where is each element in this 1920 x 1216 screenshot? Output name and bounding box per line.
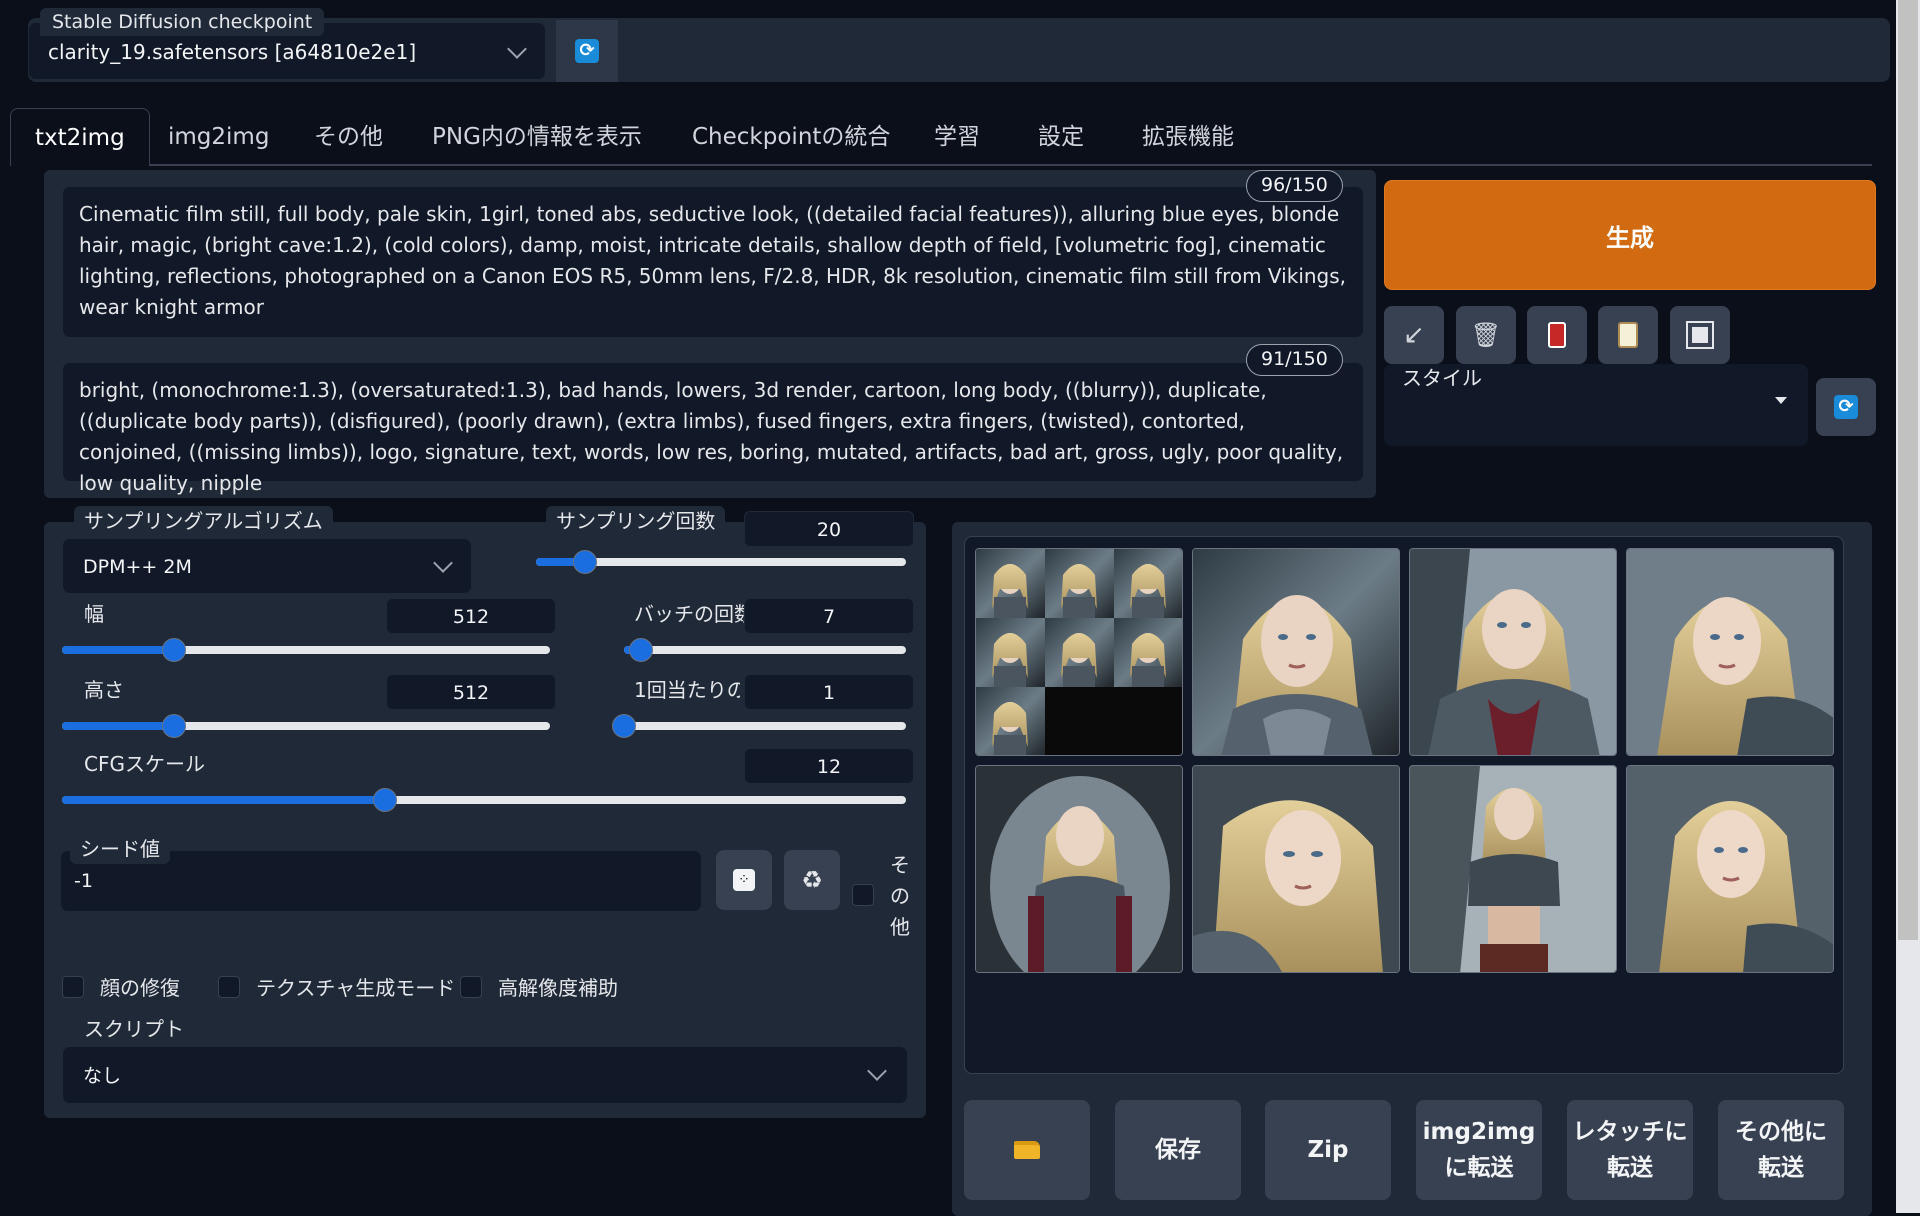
tab-txt2img[interactable]: txt2img bbox=[10, 108, 150, 166]
tab-img2img[interactable]: img2img bbox=[144, 108, 293, 166]
image-grid-preview bbox=[976, 549, 1182, 755]
width-label: 幅 bbox=[84, 602, 104, 626]
steps-input[interactable]: 20 bbox=[744, 511, 914, 547]
generate-button[interactable]: 生成 bbox=[1384, 180, 1876, 290]
steps-label: サンプリング回数 bbox=[546, 506, 726, 536]
tab-extensions[interactable]: 拡張機能 bbox=[1118, 108, 1258, 166]
positive-prompt-input[interactable]: Cinematic film still, full body, pale sk… bbox=[62, 186, 1364, 338]
output-image[interactable] bbox=[1626, 548, 1834, 756]
width-slider[interactable] bbox=[62, 638, 550, 662]
trash-icon: 🗑 bbox=[1470, 321, 1502, 349]
sampler-select[interactable]: DPM++ 2M bbox=[62, 538, 472, 594]
pencil-icon: ↙ bbox=[1403, 320, 1425, 350]
send-to-inpaint-button[interactable]: レタッチに 転送 bbox=[1567, 1100, 1693, 1200]
warrior-portrait bbox=[1410, 766, 1616, 972]
grid-thumbnail[interactable] bbox=[975, 548, 1183, 756]
send-to-img2img-button[interactable]: img2img に転送 bbox=[1416, 1100, 1542, 1200]
positive-token-count: 96/150 bbox=[1246, 170, 1343, 202]
save-button[interactable]: 保存 bbox=[1115, 1100, 1241, 1200]
send-to-extras-button[interactable]: その他に 転送 bbox=[1718, 1100, 1844, 1200]
width-input[interactable]: 512 bbox=[386, 598, 556, 634]
checkpoint-label: Stable Diffusion checkpoint bbox=[40, 8, 325, 36]
height-slider[interactable] bbox=[62, 714, 550, 738]
batch-count-slider[interactable] bbox=[624, 638, 906, 662]
batch-count-label: バッチの回数 bbox=[634, 602, 754, 626]
output-image[interactable] bbox=[1409, 765, 1617, 973]
output-image[interactable] bbox=[975, 765, 1183, 973]
cfg-label: CFGスケール bbox=[84, 752, 205, 776]
seed-label: シード値 bbox=[70, 834, 170, 864]
red-card-icon bbox=[1548, 322, 1566, 348]
negative-token-count: 91/150 bbox=[1246, 344, 1343, 376]
checkpoint-value: clarity_19.safetensors [a64810e2e1] bbox=[48, 40, 417, 64]
warrior-portrait bbox=[1410, 549, 1616, 755]
cfg-input[interactable]: 12 bbox=[744, 748, 914, 784]
recycle-icon: ♻ bbox=[801, 866, 823, 894]
tab-checkpoint-merger[interactable]: Checkpointの統合 bbox=[668, 108, 914, 166]
warrior-portrait bbox=[1193, 549, 1399, 755]
output-image[interactable] bbox=[1409, 548, 1617, 756]
warrior-portrait bbox=[1627, 766, 1833, 972]
pencil-button[interactable]: ↙ bbox=[1384, 306, 1444, 364]
script-label: スクリプト bbox=[74, 1014, 194, 1044]
tab-extras[interactable]: その他 bbox=[290, 108, 407, 166]
page-scrollbar-thumb[interactable] bbox=[1898, 0, 1918, 940]
reuse-seed-button[interactable]: ♻ bbox=[784, 850, 840, 910]
seed-extra-checkbox[interactable] bbox=[852, 884, 874, 906]
folder-icon bbox=[1014, 1141, 1040, 1159]
cfg-slider[interactable] bbox=[62, 788, 906, 812]
output-image[interactable] bbox=[1192, 548, 1400, 756]
tiling-label: テクスチャ生成モード bbox=[256, 976, 456, 1000]
output-image[interactable] bbox=[1626, 765, 1834, 973]
batch-count-input[interactable]: 7 bbox=[744, 598, 914, 634]
warrior-portrait bbox=[1627, 549, 1833, 755]
seed-value: -1 bbox=[74, 870, 93, 892]
batch-size-input[interactable]: 1 bbox=[744, 674, 914, 710]
sampler-label: サンプリングアルゴリズム bbox=[74, 506, 333, 536]
script-value: なし bbox=[83, 1065, 122, 1087]
open-folder-button[interactable] bbox=[964, 1100, 1090, 1200]
trash-button[interactable]: 🗑 bbox=[1456, 306, 1516, 364]
script-select[interactable]: なし bbox=[62, 1046, 908, 1104]
tab-png-info[interactable]: PNG内の情報を表示 bbox=[408, 108, 666, 166]
face-restore-checkbox[interactable] bbox=[62, 976, 84, 998]
steps-slider[interactable] bbox=[536, 550, 906, 574]
style-label: スタイル bbox=[1402, 366, 1482, 390]
batch-size-slider[interactable] bbox=[612, 714, 906, 738]
warrior-portrait bbox=[976, 766, 1182, 972]
checkpoint-refresh-button[interactable]: ⟳ bbox=[556, 20, 618, 82]
negative-prompt-input[interactable]: bright, (monochrome:1.3), (oversaturated… bbox=[62, 362, 1364, 495]
zip-button[interactable]: Zip bbox=[1265, 1100, 1391, 1200]
hires-checkbox[interactable] bbox=[460, 976, 482, 998]
output-image[interactable] bbox=[1192, 765, 1400, 973]
batch-size-slider-thumb[interactable] bbox=[612, 714, 636, 738]
caret-down-icon bbox=[1775, 397, 1787, 404]
save-style-button[interactable] bbox=[1670, 306, 1730, 364]
height-label: 高さ bbox=[84, 678, 124, 702]
save-disk-icon bbox=[1686, 321, 1714, 349]
batch-size-label: 1回当たりの枚 bbox=[634, 678, 740, 702]
warrior-portrait bbox=[1193, 766, 1399, 972]
paste-button[interactable] bbox=[1598, 306, 1658, 364]
refresh-icon: ⟳ bbox=[575, 39, 599, 63]
tab-train[interactable]: 学習 bbox=[910, 108, 1004, 166]
batch-count-slider-thumb[interactable] bbox=[628, 638, 653, 662]
hires-label: 高解像度補助 bbox=[498, 976, 618, 1000]
seed-extra-label: その他 bbox=[890, 853, 910, 939]
sampler-value: DPM++ 2M bbox=[83, 556, 192, 578]
style-refresh-button[interactable]: ⟳ bbox=[1816, 378, 1876, 436]
random-seed-button[interactable]: ⁘ bbox=[716, 850, 772, 910]
tiling-checkbox[interactable] bbox=[218, 976, 240, 998]
face-restore-label: 顔の修復 bbox=[100, 976, 180, 1000]
refresh-icon: ⟳ bbox=[1834, 395, 1858, 419]
tab-settings[interactable]: 設定 bbox=[1014, 108, 1108, 166]
height-input[interactable]: 512 bbox=[386, 674, 556, 710]
extra-networks-button[interactable] bbox=[1527, 306, 1587, 364]
clipboard-icon bbox=[1618, 322, 1638, 348]
dice-icon: ⁘ bbox=[733, 869, 755, 891]
